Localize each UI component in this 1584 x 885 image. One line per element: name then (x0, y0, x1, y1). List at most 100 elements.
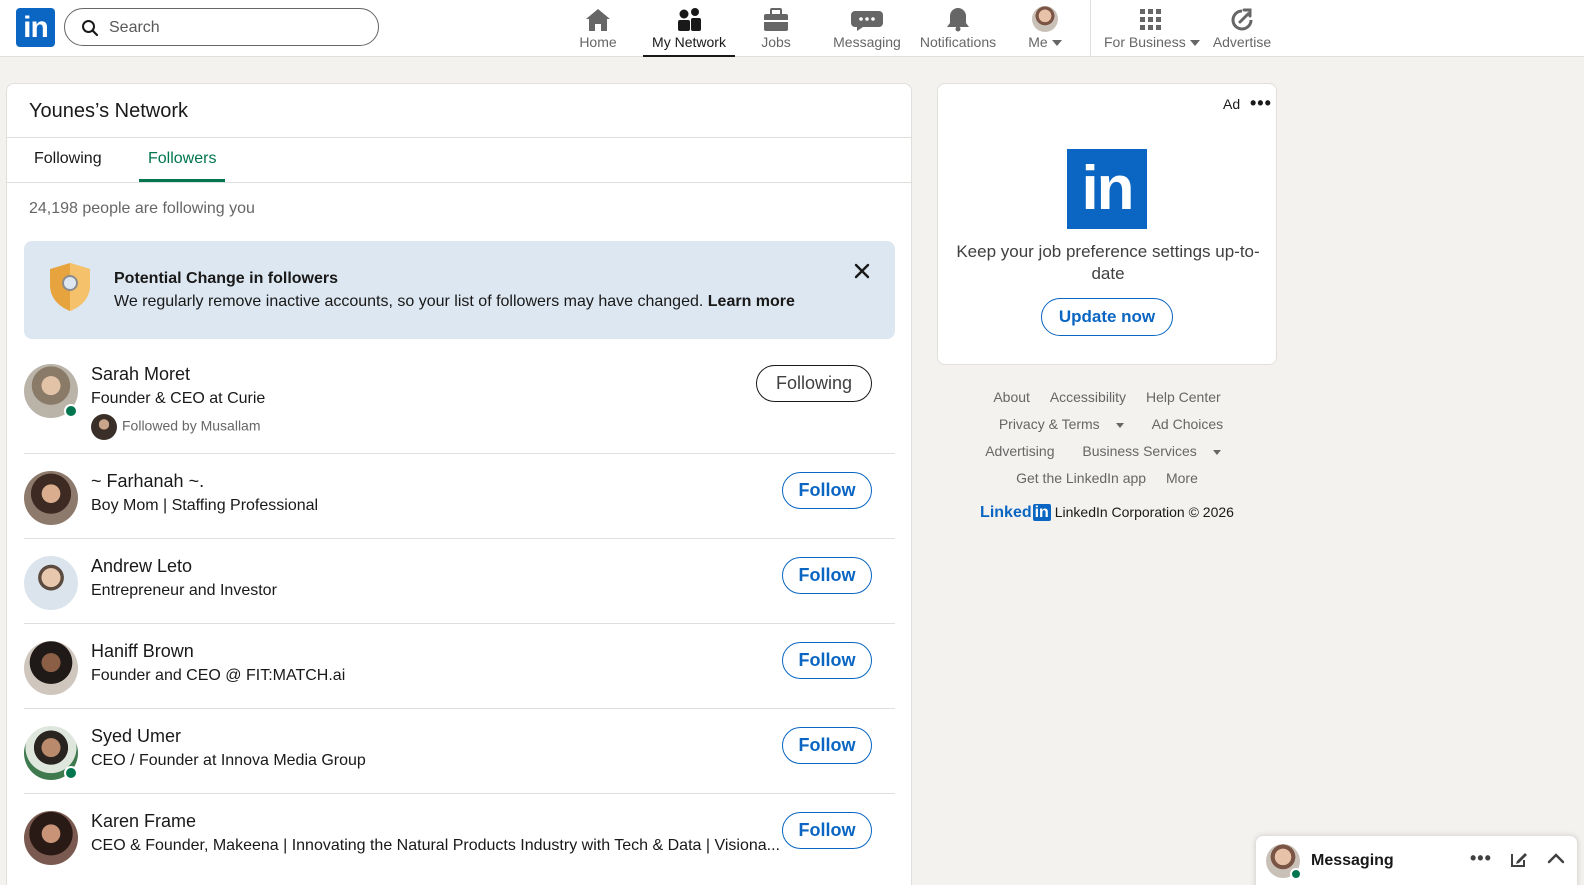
footer-link-about[interactable]: About (993, 389, 1030, 405)
tab-followers[interactable]: Followers (148, 150, 216, 168)
nav-divider (1090, 0, 1091, 57)
linkedin-logo[interactable]: in (16, 8, 55, 47)
tab-following[interactable]: Following (34, 150, 102, 168)
chevron-down-icon (1115, 422, 1124, 428)
follower-headline: CEO & Founder, Makeena | Innovating the … (91, 837, 780, 854)
avatar[interactable] (24, 556, 78, 610)
footer-link-privacy[interactable]: Privacy & Terms (999, 416, 1100, 432)
ad-card: Ad ••• in Keep your job preference setti… (937, 83, 1277, 365)
footer-row: Get the LinkedIn app More (937, 465, 1277, 492)
chat-icon (851, 11, 883, 31)
avatar (91, 414, 117, 440)
avatar (1032, 6, 1058, 32)
notice-text-wrap: We regularly remove inactive accounts, s… (114, 293, 795, 311)
follower-name[interactable]: Andrew Leto (91, 556, 192, 577)
nav-notifications[interactable]: Notifications (915, 0, 1001, 57)
follower-headline: Entrepreneur and Investor (91, 582, 277, 599)
copyright-text: LinkedIn Corporation © 2026 (1054, 504, 1234, 520)
footer-link-business-services[interactable]: Business Services (1082, 443, 1196, 459)
copyright: Linked in LinkedIn Corporation © 2026 (937, 504, 1277, 522)
list-item: Haniff Brown Founder and CEO @ FIT:MATCH… (7, 624, 911, 709)
footer-link-business-wrap[interactable]: Business Services (1074, 443, 1228, 459)
learn-more-link[interactable]: Learn more (708, 293, 795, 310)
follower-name[interactable]: Syed Umer (91, 726, 181, 747)
shield-icon (50, 263, 90, 311)
follow-button[interactable]: Follow (782, 472, 872, 509)
follower-headline: CEO / Founder at Innova Media Group (91, 752, 366, 769)
online-status-dot (64, 404, 78, 418)
mutual-text: Followed by Musallam (122, 417, 261, 434)
footer-link-privacy-wrap[interactable]: Privacy & Terms (991, 416, 1132, 432)
nav-messaging[interactable]: Messaging (830, 0, 904, 57)
more-options-icon[interactable]: ••• (1250, 93, 1272, 114)
close-icon[interactable] (850, 259, 874, 283)
footer-link-accessibility[interactable]: Accessibility (1050, 389, 1126, 405)
footer-link-get-app[interactable]: Get the LinkedIn app (1016, 470, 1146, 486)
list-item: Andrew Leto Entrepreneur and Investor Fo… (7, 539, 911, 624)
avatar[interactable] (24, 641, 78, 695)
footer: About Accessibility Help Center Privacy … (937, 384, 1277, 522)
messaging-dock[interactable]: Messaging ••• (1255, 835, 1578, 885)
notice-title: Potential Change in followers (114, 270, 339, 287)
online-status-dot (1290, 868, 1302, 880)
footer-link-help-center[interactable]: Help Center (1146, 389, 1221, 405)
nav-for-business[interactable]: For Business (1104, 0, 1200, 57)
nav-notifications-label: Notifications (919, 34, 997, 50)
compose-icon[interactable] (1509, 849, 1529, 869)
nav-messaging-label: Messaging (833, 34, 901, 50)
notice-text: We regularly remove inactive accounts, s… (114, 293, 704, 310)
nav-my-network[interactable]: My Network (643, 0, 735, 57)
follow-button[interactable]: Follow (782, 812, 872, 849)
follower-name[interactable]: Haniff Brown (91, 641, 194, 662)
network-card: Younes’s Network Following Followers 24,… (6, 83, 912, 885)
footer-row: Advertising Business Services (937, 438, 1277, 465)
more-options-icon[interactable]: ••• (1470, 848, 1492, 868)
search-icon (82, 20, 99, 37)
dock-actions: ••• (1470, 848, 1566, 869)
nav-jobs[interactable]: Jobs (746, 0, 806, 57)
briefcase-icon (764, 8, 788, 31)
follower-name[interactable]: ~ Farhanah ~. (91, 471, 204, 492)
following-button[interactable]: Following (756, 365, 872, 402)
chevron-up-icon[interactable] (1546, 849, 1566, 869)
divider (7, 137, 911, 138)
follower-name[interactable]: Sarah Moret (91, 364, 190, 385)
nav-home-label: Home (579, 34, 617, 50)
nav-advertise[interactable]: Advertise (1210, 0, 1274, 57)
footer-link-advertising[interactable]: Advertising (985, 443, 1054, 459)
wordmark-text: Linked (980, 504, 1032, 521)
messaging-dock-label: Messaging (1311, 852, 1394, 869)
search-input[interactable] (109, 17, 359, 39)
follower-name[interactable]: Karen Frame (91, 811, 196, 832)
followers-count: 24,198 people are following you (29, 200, 255, 217)
list-item: Karen Frame CEO & Founder, Makeena | Inn… (7, 794, 911, 879)
nav-jobs-label: Jobs (761, 34, 791, 50)
nav-home[interactable]: Home (572, 0, 624, 57)
search-bar[interactable] (64, 8, 379, 46)
bell-icon (947, 8, 969, 32)
nav-me-label-wrap: Me (1018, 34, 1072, 50)
update-now-button[interactable]: Update now (1041, 298, 1173, 336)
footer-link-more[interactable]: More (1166, 470, 1198, 486)
avatar[interactable] (24, 811, 78, 865)
follow-button[interactable]: Follow (782, 642, 872, 679)
chevron-down-icon (1212, 449, 1221, 455)
follow-button[interactable]: Follow (782, 727, 872, 764)
grid-icon (1140, 9, 1161, 30)
top-nav: in Home My Network Jobs Messaging Notifi… (0, 0, 1584, 57)
nav-for-business-label: For Business (1104, 34, 1186, 50)
list-item: ~ Farhanah ~. Boy Mom | Staffing Profess… (7, 454, 911, 539)
chevron-down-icon (1189, 40, 1200, 47)
follower-headline: Boy Mom | Staffing Professional (91, 497, 319, 514)
follow-button[interactable]: Follow (782, 557, 872, 594)
linkedin-ad-logo[interactable]: in (1067, 149, 1147, 229)
footer-link-ad-choices[interactable]: Ad Choices (1152, 416, 1224, 432)
network-icon (678, 8, 701, 31)
follower-headline: Founder & CEO at Curie (91, 390, 266, 407)
nav-me[interactable]: Me (1018, 0, 1072, 57)
compass-icon (1231, 8, 1253, 31)
list-item: Syed Umer CEO / Founder at Innova Media … (7, 709, 911, 794)
footer-row: About Accessibility Help Center (937, 384, 1277, 411)
avatar[interactable] (24, 471, 78, 525)
nav-for-business-label-wrap: For Business (1104, 34, 1200, 50)
